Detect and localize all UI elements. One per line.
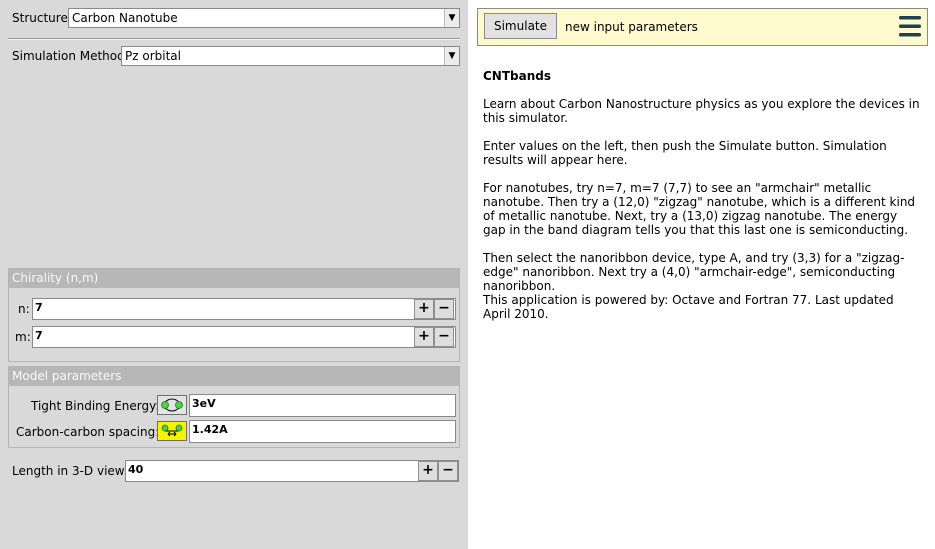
n-decrement-button[interactable]: − <box>434 299 454 319</box>
simulate-status: new input parameters <box>565 20 698 34</box>
structure-label: Structure: <box>12 11 72 25</box>
tight-binding-input[interactable]: 3eV <box>189 394 456 417</box>
info-paragraph-2: Enter values on the left, then push the … <box>483 139 887 167</box>
length-label: Length in 3-D view: <box>12 464 128 478</box>
length-increment-button[interactable]: + <box>418 461 438 481</box>
cc-spacing-input[interactable]: 1.42A <box>189 420 456 443</box>
tight-binding-icon[interactable] <box>157 395 187 415</box>
length-input[interactable]: 40 <box>125 460 459 482</box>
m-label: m: <box>15 330 31 344</box>
length-decrement-button[interactable]: − <box>438 461 458 481</box>
method-value: Pz orbital <box>125 49 181 63</box>
separator <box>8 38 460 40</box>
m-increment-button[interactable]: + <box>414 327 434 347</box>
n-input[interactable]: 7 <box>32 298 456 320</box>
n-increment-button[interactable]: + <box>414 299 434 319</box>
info-paragraph-5: This application is powered by: Octave a… <box>483 293 894 321</box>
info-title: CNTbands <box>483 69 551 83</box>
info-paragraph-1: Learn about Carbon Nanostructure physics… <box>483 97 920 125</box>
method-label: Simulation Method: <box>12 49 129 63</box>
tight-binding-label: Tight Binding Energy: <box>31 399 160 413</box>
cc-spacing-label: Carbon-carbon spacing: <box>16 425 160 439</box>
chevron-down-icon[interactable]: ▼ <box>444 9 459 27</box>
model-group-title: Model parameters <box>9 367 459 386</box>
structure-value: Carbon Nanotube <box>72 11 178 25</box>
structure-select[interactable]: Carbon Nanotube ▼ <box>68 8 460 28</box>
m-input[interactable]: 7 <box>32 326 456 348</box>
menu-icon[interactable] <box>899 14 921 38</box>
chirality-group-title: Chirality (n,m) <box>9 269 459 288</box>
method-select[interactable]: Pz orbital ▼ <box>121 46 460 66</box>
chevron-down-icon[interactable]: ▼ <box>444 47 459 65</box>
info-paragraph-3: For nanotubes, try n=7, m=7 (7,7) to see… <box>483 181 916 237</box>
info-paragraph-4: Then select the nanoribbon device, type … <box>483 251 905 293</box>
n-label: n: <box>18 302 30 316</box>
m-decrement-button[interactable]: − <box>434 327 454 347</box>
simulate-button[interactable]: Simulate <box>484 13 557 39</box>
cc-spacing-icon[interactable] <box>157 421 187 441</box>
